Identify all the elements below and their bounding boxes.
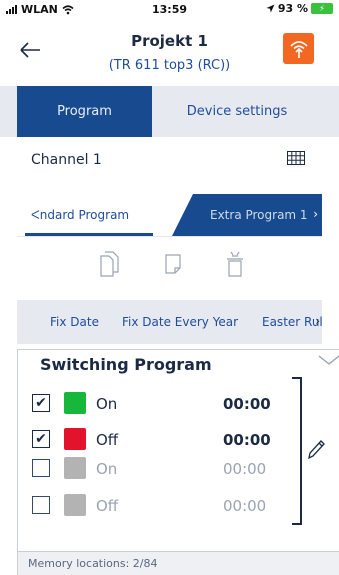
tab-device-settings[interactable]: Device settings: [152, 86, 322, 137]
entry-checkbox[interactable]: [32, 496, 50, 514]
tab-standard-program[interactable]: ᐸndard Program: [17, 194, 172, 236]
filter-fix-date[interactable]: Fix Date: [50, 315, 99, 329]
switching-entry[interactable]: Off 00:00: [18, 490, 298, 520]
entry-state: Off: [96, 431, 119, 449]
switching-entry[interactable]: ✔ On 00:00: [18, 388, 298, 418]
tab-standard-program-label: ᐸndard Program: [31, 208, 130, 222]
main-tabs: Program Device settings: [0, 86, 339, 137]
grid-icon[interactable]: [287, 151, 305, 165]
entry-checkbox[interactable]: [32, 459, 50, 477]
chevron-right-icon[interactable]: ›: [315, 314, 320, 328]
entry-time: 00:00: [223, 460, 267, 478]
entry-state: Off: [96, 497, 119, 515]
channel-label: Channel 1: [31, 152, 102, 168]
arrow-left-icon[interactable]: [18, 38, 42, 62]
switching-entry[interactable]: On 00:00: [18, 453, 298, 483]
status-right: 93 % ⚡: [266, 2, 333, 15]
entry-time: 00:00: [223, 497, 267, 515]
header: Projekt 1 (TR 611 top3 (RC)): [0, 18, 339, 86]
delete-icon[interactable]: [225, 251, 245, 277]
bluetooth-signal-icon: [289, 40, 308, 58]
status-swatch: [64, 428, 86, 450]
page-subtitle: (TR 611 top3 (RC)): [108, 58, 231, 73]
entries-bracket: [292, 377, 302, 525]
switching-entry[interactable]: ✔ Off 00:00: [18, 424, 298, 454]
chevron-right-icon[interactable]: ›: [313, 207, 318, 221]
filter-easter-rule[interactable]: Easter Rul: [262, 315, 322, 329]
location-icon: [266, 4, 275, 13]
entry-time: 00:00: [223, 395, 271, 413]
tools-row: [17, 236, 322, 290]
pencil-icon[interactable]: [306, 438, 326, 460]
entry-checkbox[interactable]: ✔: [32, 430, 50, 448]
filter-row: Fix Date Fix Date Every Year Easter Rul …: [17, 300, 322, 344]
switching-program-title: Switching Program: [40, 355, 212, 374]
bluetooth-connect-button[interactable]: [283, 33, 314, 64]
channel-row: Channel 1: [17, 137, 322, 181]
entry-state: On: [96, 395, 118, 413]
battery-charging-icon: ⚡: [311, 3, 333, 14]
entry-checkbox[interactable]: ✔: [32, 394, 50, 412]
status-bar: WLAN 13:59 93 % ⚡: [0, 0, 339, 18]
tab-program[interactable]: Program: [17, 86, 152, 137]
status-swatch: [64, 392, 86, 414]
page-title: Projekt 1: [131, 32, 208, 50]
memory-footer: Memory locations: 2/84: [17, 551, 339, 575]
status-swatch: [64, 494, 86, 516]
program-tabs: ᐸndard Program Extra Program 1 ›: [17, 194, 322, 236]
entry-time: 00:00: [223, 431, 271, 449]
chevron-down-icon[interactable]: [318, 354, 339, 366]
copy-icon[interactable]: [100, 251, 120, 277]
filter-fix-date-every-year[interactable]: Fix Date Every Year: [122, 315, 238, 329]
entry-state: On: [96, 460, 118, 478]
paste-icon[interactable]: [163, 251, 183, 277]
tab-extra-program[interactable]: Extra Program 1 ›: [172, 194, 322, 236]
status-swatch: [64, 457, 86, 479]
battery-percent: 93 %: [277, 2, 308, 15]
tab-extra-program-label: Extra Program 1: [210, 208, 308, 222]
switching-program-panel: Switching Program ✔ On 00:00 ✔ Off 00:00…: [17, 349, 339, 551]
memory-locations-label: Memory locations: 2/84: [28, 557, 158, 570]
